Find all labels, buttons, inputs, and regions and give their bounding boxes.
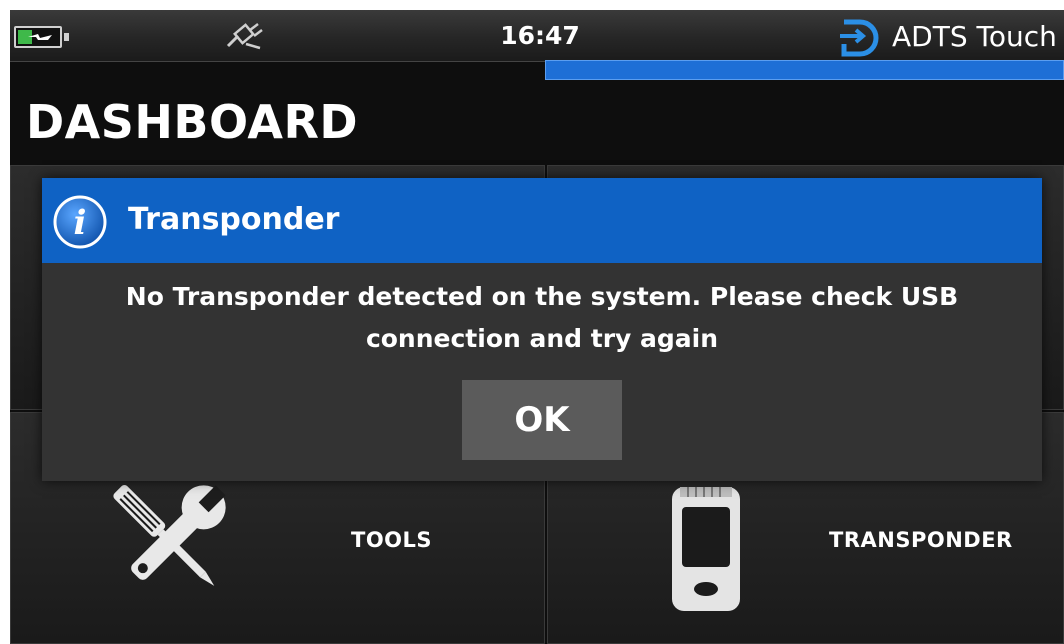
page-title: DASHBOARD bbox=[26, 95, 359, 149]
tools-label: TOOLS bbox=[351, 528, 433, 552]
brand-name: ADTS Touch bbox=[892, 20, 1057, 53]
device-screen: 16:47 ADTS Touch DASHBOARD TOOLS TRANSPO… bbox=[10, 10, 1064, 644]
transponder-dialog: i Transponder No Transponder detected on… bbox=[42, 178, 1042, 481]
transponder-label: TRANSPONDER bbox=[829, 528, 1013, 552]
svg-text:i: i bbox=[74, 203, 87, 243]
transponder-icon bbox=[672, 487, 740, 611]
usb-disconnected-icon bbox=[226, 23, 263, 50]
ok-button[interactable]: OK bbox=[462, 380, 622, 460]
dialog-message: No Transponder detected on the system. P… bbox=[125, 282, 959, 353]
adts-logo-icon bbox=[840, 19, 879, 57]
dialog-title: Transponder bbox=[128, 202, 340, 237]
tools-icon bbox=[113, 484, 226, 586]
info-icon: i bbox=[53, 195, 107, 249]
progress-bar bbox=[545, 60, 1064, 80]
dialog-header: i Transponder bbox=[42, 178, 1042, 263]
clock-time: 16:47 bbox=[500, 21, 580, 50]
battery-charging-icon bbox=[14, 26, 69, 48]
status-bar: 16:47 ADTS Touch bbox=[10, 10, 1064, 62]
progress-bar-fill bbox=[545, 60, 1064, 80]
